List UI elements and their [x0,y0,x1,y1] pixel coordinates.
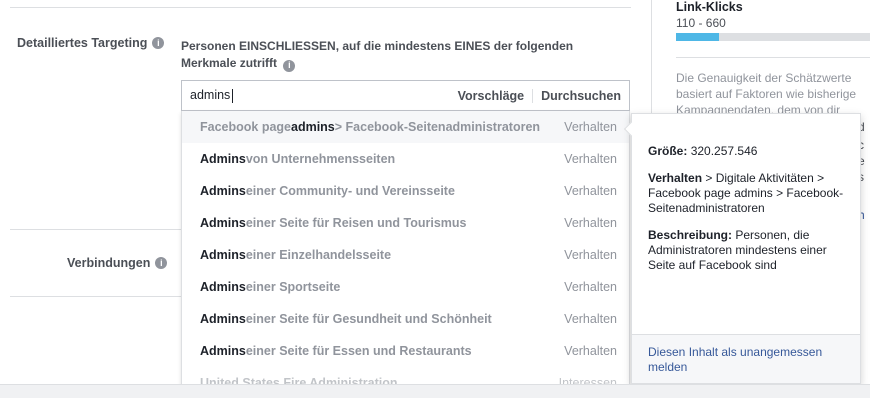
section-divider [676,57,870,58]
targeting-label-row: Detailliertes Targeting i [17,36,165,50]
result-item[interactable]: Admins einer Sportseite Verhalten [182,271,629,303]
metric-range: 110 - 660 [676,16,726,30]
browse-button[interactable]: Durchsuchen [532,88,629,103]
result-prefix: Facebook page [200,120,291,134]
result-category: Verhalten [564,120,617,134]
result-prefix: Admins [200,312,246,326]
result-item[interactable]: Facebook page admins > Facebook-Seitenad… [182,111,629,143]
metric-title: Link-Klicks [676,0,743,14]
path-info: Verhalten > Digitale Aktivitäten > Faceb… [648,171,848,216]
search-value[interactable]: admins [190,88,234,103]
search-results-dropdown: Facebook page admins > Facebook-Seitenad… [181,111,630,386]
result-prefix: Admins [200,216,246,230]
result-item[interactable]: Admins einer Community- und Vereinsseite… [182,175,629,207]
targeting-description-text: Personen EINSCHLIESSEN, auf die mindeste… [181,39,574,70]
info-icon[interactable]: i [155,257,168,269]
result-suffix: einer Einzelhandelsseite [245,248,392,262]
description-info: Beschreibung: Personen, die Administrato… [648,228,848,273]
result-prefix: Admins [200,344,246,358]
info-icon[interactable]: i [283,59,296,72]
metric-bar [676,33,870,41]
section-divider [10,7,631,8]
section-divider [10,229,182,230]
result-prefix: Admins [200,248,246,262]
section-divider [10,296,182,297]
suggestions-button[interactable]: Vorschläge [450,89,532,103]
result-item[interactable]: Admins einer Seite für Essen und Restaur… [182,335,629,367]
targeting-detail-tooltip: Größe: 320.257.546 Verhalten > Digitale … [623,113,861,384]
targeting-description: Personen EINSCHLIESSEN, auf die mindeste… [181,38,611,72]
result-suffix: einer Sportseite [245,280,341,294]
report-content-link[interactable]: Diesen Inhalt als unangemessen melden [632,334,860,383]
search-actions: Vorschläge Durchsuchen [450,81,629,110]
targeting-label: Detailliertes Targeting [17,36,148,50]
result-suffix: > Facebook-Seitenadministratoren [334,120,541,134]
footer-bar [0,384,870,398]
size-value: 320.257.546 [690,144,758,158]
result-suffix: einer Seite für Reisen und Tourismus [245,216,467,230]
result-suffix: einer Seite für Gesundheit und Schönheit [245,312,492,326]
tooltip-body: Größe: 320.257.546 Verhalten > Digitale … [648,144,848,285]
estimate-note: Die Genauigkeit der Schätzwerte basiert … [676,71,857,117]
metric-bar-fill [676,33,719,41]
info-icon[interactable]: i [152,37,165,49]
connections-label-row: Verbindungen i [67,256,168,270]
result-match: admins [291,120,335,134]
size-label: Größe: [648,144,688,158]
size-info: Größe: 320.257.546 [648,144,848,159]
result-suffix: von Unternehmensseiten [245,152,396,166]
result-suffix: einer Community- und Vereinsseite [245,184,455,198]
path-label: Verhalten [648,171,703,185]
result-item[interactable]: Admins einer Einzelhandelsseite Verhalte… [182,239,629,271]
result-prefix: Admins [200,184,246,198]
result-item[interactable]: Admins einer Seite für Reisen und Touris… [182,207,629,239]
result-suffix: einer Seite für Essen und Restaurants [245,344,472,358]
targeting-search-input[interactable]: admins Vorschläge Durchsuchen [181,80,630,111]
result-prefix: Admins [200,152,246,166]
result-prefix: Admins [200,280,246,294]
result-item[interactable]: Admins einer Seite für Gesundheit und Sc… [182,303,629,335]
text-caret [232,88,234,103]
result-category: Verhalten [564,312,617,326]
result-category: Verhalten [564,280,617,294]
result-item[interactable]: Admins von Unternehmensseiten Verhalten [182,143,629,175]
connections-label: Verbindungen [67,256,151,270]
result-category: Verhalten [564,344,617,358]
result-category: Verhalten [564,216,617,230]
result-category: Verhalten [564,152,617,166]
result-category: Verhalten [564,184,617,198]
result-category: Verhalten [564,248,617,262]
description-label: Beschreibung: [648,228,733,242]
